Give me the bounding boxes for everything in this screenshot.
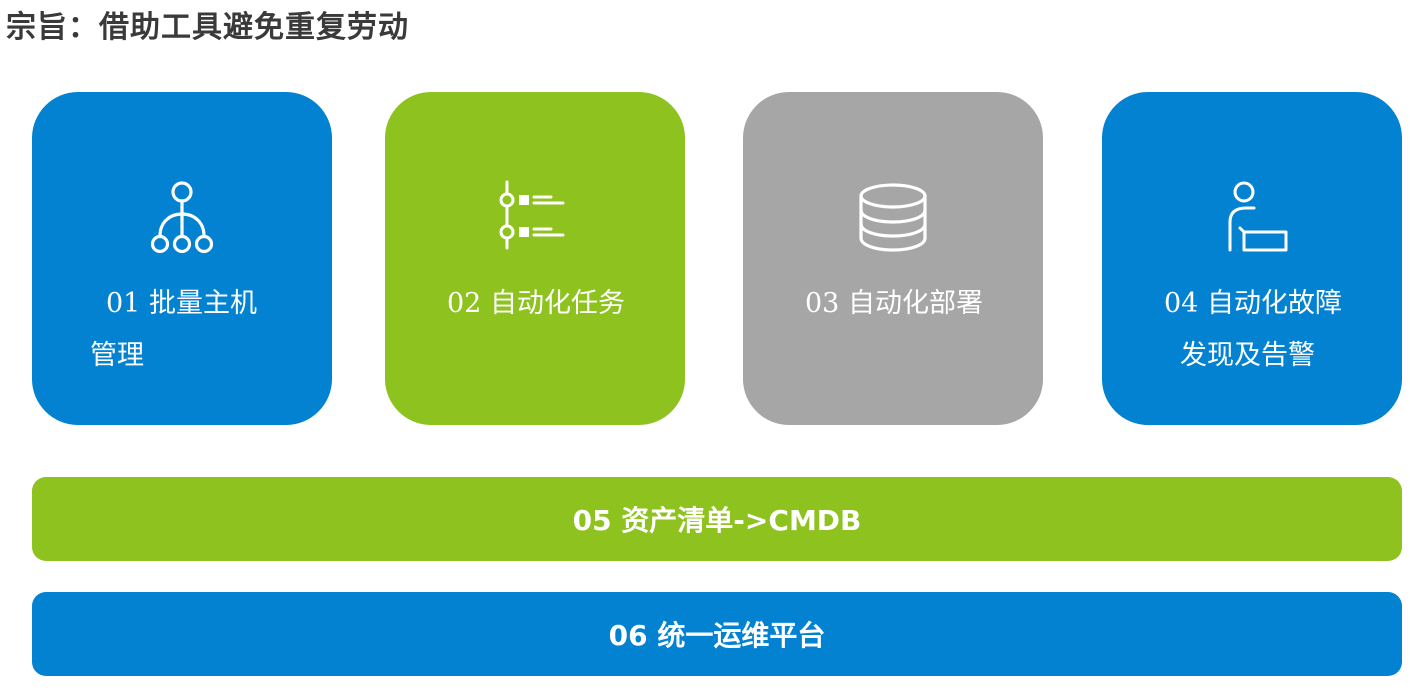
card-label-line-1: 03 自动化部署 <box>805 288 983 319</box>
org-hierarchy-icon <box>140 178 224 262</box>
card-batch-host-management: 01 批量主机 管理 <box>32 92 332 425</box>
card-automation-deployment: 03 自动化部署 <box>743 92 1043 425</box>
bar-unified-ops-platform: 06 统一运维平台 <box>32 592 1402 676</box>
card-label-line-1: 01 批量主机 <box>106 288 257 319</box>
card-label: 02 自动化任务 <box>447 278 625 330</box>
card-label-line-1: 02 自动化任务 <box>447 288 625 319</box>
user-message-icon <box>1210 178 1294 262</box>
bar-label: 06 统一运维平台 <box>608 619 826 652</box>
page-title: 宗旨：借助工具避免重复劳动 <box>6 10 409 45</box>
card-automated-fault-alerting: 04 自动化故障 发现及告警 <box>1102 92 1402 425</box>
card-label-line-2: 管理 <box>90 340 144 371</box>
checklist-icon <box>493 178 577 262</box>
card-label-line-2: 发现及告警 <box>1180 340 1315 371</box>
card-label-line-1: 04 自动化故障 <box>1164 288 1342 319</box>
bar-label: 05 资产清单->CMDB <box>572 504 862 537</box>
card-automation-tasks: 02 自动化任务 <box>385 92 685 425</box>
card-label: 01 批量主机 管理 <box>90 278 257 382</box>
card-label: 04 自动化故障 发现及告警 <box>1164 278 1342 382</box>
database-icon <box>851 178 935 262</box>
bar-asset-inventory-cmdb: 05 资产清单->CMDB <box>32 477 1402 561</box>
card-label: 03 自动化部署 <box>805 278 983 330</box>
